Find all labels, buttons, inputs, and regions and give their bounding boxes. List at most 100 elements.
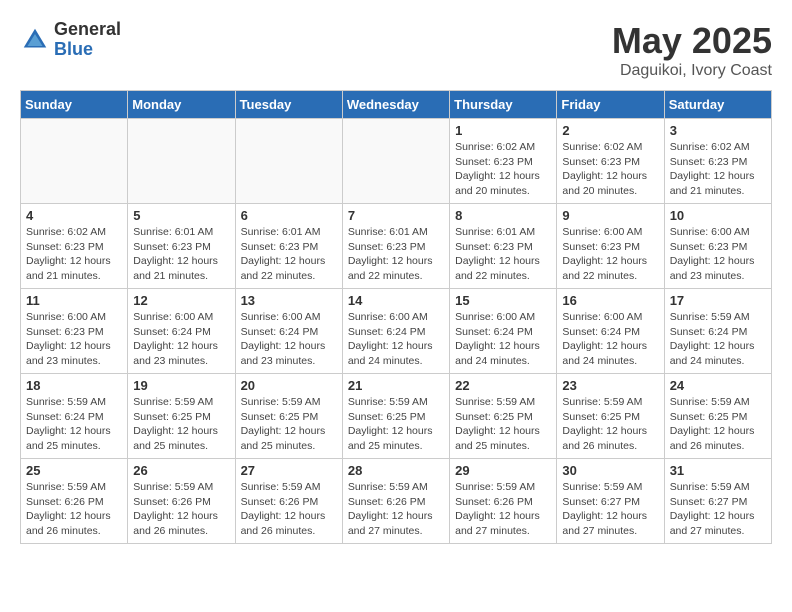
- day-number: 7: [348, 208, 444, 223]
- logo-general: General: [54, 20, 121, 40]
- day-info: Sunrise: 6:00 AM Sunset: 6:24 PM Dayligh…: [562, 310, 658, 369]
- calendar-cell: 25 Sunrise: 5:59 AM Sunset: 6:26 PM Dayli…: [21, 459, 128, 544]
- day-info: Sunrise: 6:02 AM Sunset: 6:23 PM Dayligh…: [670, 140, 766, 199]
- day-number: 9: [562, 208, 658, 223]
- calendar-cell: 30 Sunrise: 5:59 AM Sunset: 6:27 PM Dayli…: [557, 459, 664, 544]
- day-info: Sunrise: 6:01 AM Sunset: 6:23 PM Dayligh…: [133, 225, 229, 284]
- day-info: Sunrise: 6:02 AM Sunset: 6:23 PM Dayligh…: [562, 140, 658, 199]
- day-number: 28: [348, 463, 444, 478]
- day-info: Sunrise: 5:59 AM Sunset: 6:25 PM Dayligh…: [455, 395, 551, 454]
- calendar-cell: 24Sunrise: 5:59 AM Sunset: 6:25 PM Dayli…: [664, 374, 771, 459]
- calendar-cell: 23 Sunrise: 5:59 AM Sunset: 6:25 PM Dayli…: [557, 374, 664, 459]
- day-info: Sunrise: 5:59 AM Sunset: 6:27 PM Dayligh…: [562, 480, 658, 539]
- logo-blue: Blue: [54, 40, 121, 60]
- calendar-cell: 18Sunrise: 5:59 AM Sunset: 6:24 PM Dayli…: [21, 374, 128, 459]
- calendar-cell: 26 Sunrise: 5:59 AM Sunset: 6:26 PM Dayli…: [128, 459, 235, 544]
- logo-text: General Blue: [54, 20, 121, 60]
- day-info: Sunrise: 5:59 AM Sunset: 6:26 PM Dayligh…: [348, 480, 444, 539]
- weekday-header-monday: Monday: [128, 91, 235, 119]
- day-info: Sunrise: 5:59 AM Sunset: 6:26 PM Dayligh…: [26, 480, 122, 539]
- day-number: 8: [455, 208, 551, 223]
- calendar-cell: 7Sunrise: 6:01 AM Sunset: 6:23 PM Daylig…: [342, 204, 449, 289]
- calendar-title: May 2025: [612, 20, 772, 62]
- calendar-week-2: 4Sunrise: 6:02 AM Sunset: 6:23 PM Daylig…: [21, 204, 772, 289]
- day-number: 11: [26, 293, 122, 308]
- day-info: Sunrise: 6:00 AM Sunset: 6:23 PM Dayligh…: [670, 225, 766, 284]
- day-info: Sunrise: 5:59 AM Sunset: 6:27 PM Dayligh…: [670, 480, 766, 539]
- calendar-cell: 16 Sunrise: 6:00 AM Sunset: 6:24 PM Dayli…: [557, 289, 664, 374]
- day-number: 22: [455, 378, 551, 393]
- day-info: Sunrise: 6:00 AM Sunset: 6:23 PM Dayligh…: [26, 310, 122, 369]
- calendar-cell: 21Sunrise: 5:59 AM Sunset: 6:25 PM Dayli…: [342, 374, 449, 459]
- day-number: 3: [670, 123, 766, 138]
- day-info: Sunrise: 6:00 AM Sunset: 6:24 PM Dayligh…: [241, 310, 337, 369]
- calendar-cell: 12 Sunrise: 6:00 AM Sunset: 6:24 PM Dayli…: [128, 289, 235, 374]
- day-number: 23: [562, 378, 658, 393]
- day-number: 20: [241, 378, 337, 393]
- calendar-week-1: 1Sunrise: 6:02 AM Sunset: 6:23 PM Daylig…: [21, 119, 772, 204]
- calendar-week-3: 11 Sunrise: 6:00 AM Sunset: 6:23 PM Dayli…: [21, 289, 772, 374]
- day-number: 29: [455, 463, 551, 478]
- day-number: 26: [133, 463, 229, 478]
- day-info: Sunrise: 5:59 AM Sunset: 6:24 PM Dayligh…: [670, 310, 766, 369]
- title-block: May 2025 Daguikoi, Ivory Coast: [612, 20, 772, 80]
- day-info: Sunrise: 6:01 AM Sunset: 6:23 PM Dayligh…: [241, 225, 337, 284]
- weekday-header-thursday: Thursday: [450, 91, 557, 119]
- calendar-cell: 4Sunrise: 6:02 AM Sunset: 6:23 PM Daylig…: [21, 204, 128, 289]
- calendar-cell: 6 Sunrise: 6:01 AM Sunset: 6:23 PM Daylig…: [235, 204, 342, 289]
- weekday-header-sunday: Sunday: [21, 91, 128, 119]
- day-number: 15: [455, 293, 551, 308]
- logo-icon: [20, 25, 50, 55]
- day-info: Sunrise: 5:59 AM Sunset: 6:25 PM Dayligh…: [562, 395, 658, 454]
- calendar-cell: 17 Sunrise: 5:59 AM Sunset: 6:24 PM Dayli…: [664, 289, 771, 374]
- calendar-location: Daguikoi, Ivory Coast: [612, 62, 772, 80]
- logo: General Blue: [20, 20, 121, 60]
- calendar-cell: 27Sunrise: 5:59 AM Sunset: 6:26 PM Dayli…: [235, 459, 342, 544]
- calendar-cell: [235, 119, 342, 204]
- day-number: 13: [241, 293, 337, 308]
- day-info: Sunrise: 5:59 AM Sunset: 6:24 PM Dayligh…: [26, 395, 122, 454]
- calendar-cell: 11 Sunrise: 6:00 AM Sunset: 6:23 PM Dayli…: [21, 289, 128, 374]
- calendar-cell: 2 Sunrise: 6:02 AM Sunset: 6:23 PM Daylig…: [557, 119, 664, 204]
- day-number: 10: [670, 208, 766, 223]
- day-number: 6: [241, 208, 337, 223]
- weekday-header-tuesday: Tuesday: [235, 91, 342, 119]
- weekday-header-row: SundayMondayTuesdayWednesdayThursdayFrid…: [21, 91, 772, 119]
- day-info: Sunrise: 5:59 AM Sunset: 6:26 PM Dayligh…: [133, 480, 229, 539]
- day-info: Sunrise: 6:00 AM Sunset: 6:24 PM Dayligh…: [348, 310, 444, 369]
- calendar-cell: 29 Sunrise: 5:59 AM Sunset: 6:26 PM Dayli…: [450, 459, 557, 544]
- calendar-week-5: 25 Sunrise: 5:59 AM Sunset: 6:26 PM Dayli…: [21, 459, 772, 544]
- day-number: 19: [133, 378, 229, 393]
- day-number: 21: [348, 378, 444, 393]
- day-number: 25: [26, 463, 122, 478]
- day-info: Sunrise: 5:59 AM Sunset: 6:26 PM Dayligh…: [455, 480, 551, 539]
- day-number: 24: [670, 378, 766, 393]
- weekday-header-friday: Friday: [557, 91, 664, 119]
- calendar-week-4: 18Sunrise: 5:59 AM Sunset: 6:24 PM Dayli…: [21, 374, 772, 459]
- calendar-cell: 14 Sunrise: 6:00 AM Sunset: 6:24 PM Dayli…: [342, 289, 449, 374]
- day-number: 5: [133, 208, 229, 223]
- day-number: 2: [562, 123, 658, 138]
- day-info: Sunrise: 6:01 AM Sunset: 6:23 PM Dayligh…: [455, 225, 551, 284]
- calendar-cell: [128, 119, 235, 204]
- calendar-cell: 5 Sunrise: 6:01 AM Sunset: 6:23 PM Daylig…: [128, 204, 235, 289]
- day-info: Sunrise: 6:00 AM Sunset: 6:24 PM Dayligh…: [455, 310, 551, 369]
- day-number: 14: [348, 293, 444, 308]
- calendar-cell: 20Sunrise: 5:59 AM Sunset: 6:25 PM Dayli…: [235, 374, 342, 459]
- day-info: Sunrise: 6:00 AM Sunset: 6:24 PM Dayligh…: [133, 310, 229, 369]
- day-info: Sunrise: 5:59 AM Sunset: 6:25 PM Dayligh…: [133, 395, 229, 454]
- day-number: 16: [562, 293, 658, 308]
- calendar-cell: 19 Sunrise: 5:59 AM Sunset: 6:25 PM Dayli…: [128, 374, 235, 459]
- day-number: 12: [133, 293, 229, 308]
- calendar-table: SundayMondayTuesdayWednesdayThursdayFrid…: [20, 90, 772, 544]
- page-header: General Blue May 2025 Daguikoi, Ivory Co…: [20, 20, 772, 80]
- day-number: 30: [562, 463, 658, 478]
- day-number: 31: [670, 463, 766, 478]
- day-number: 17: [670, 293, 766, 308]
- day-info: Sunrise: 6:02 AM Sunset: 6:23 PM Dayligh…: [26, 225, 122, 284]
- calendar-cell: 13 Sunrise: 6:00 AM Sunset: 6:24 PM Dayli…: [235, 289, 342, 374]
- weekday-header-wednesday: Wednesday: [342, 91, 449, 119]
- calendar-cell: 10 Sunrise: 6:00 AM Sunset: 6:23 PM Dayli…: [664, 204, 771, 289]
- day-info: Sunrise: 6:02 AM Sunset: 6:23 PM Dayligh…: [455, 140, 551, 199]
- calendar-cell: 31 Sunrise: 5:59 AM Sunset: 6:27 PM Dayli…: [664, 459, 771, 544]
